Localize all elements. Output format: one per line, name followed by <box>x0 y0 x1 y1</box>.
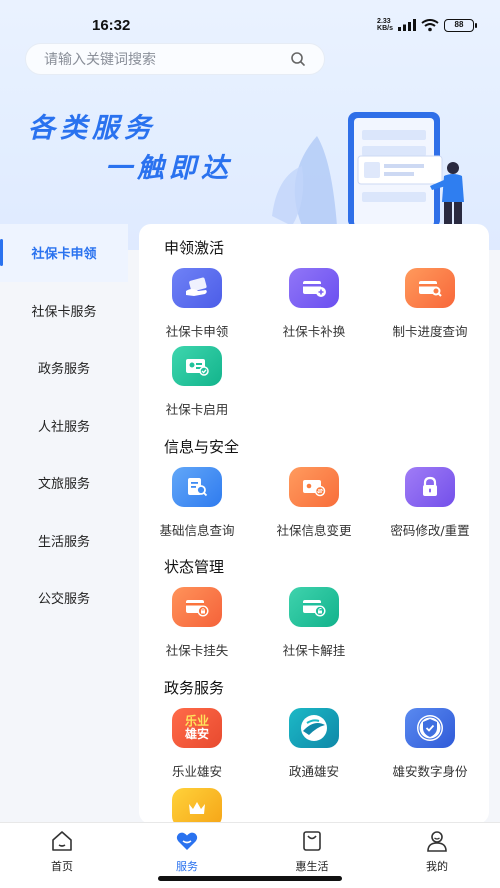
user-icon <box>427 831 447 852</box>
zhengtong-logo-icon <box>289 708 339 748</box>
card-unlock-icon <box>289 587 339 627</box>
sidebar-item-hr-social[interactable]: 人社服务 <box>0 397 128 455</box>
card-switch-icon <box>289 467 339 507</box>
service-zhengtong-xiongan[interactable]: 政通雄安 <box>256 708 372 780</box>
service-partial-next[interactable] <box>139 788 255 824</box>
service-card-apply[interactable]: 社保卡申领 <box>139 268 255 340</box>
card-check-icon <box>172 346 222 386</box>
nav-benefits[interactable]: 惠生活 <box>272 829 352 874</box>
sidebar-item-card-service[interactable]: 社保卡服务 <box>0 282 128 340</box>
card-lock-icon <box>172 587 222 627</box>
section-title-apply: 申领激活 <box>164 239 225 257</box>
banner-slogan-line2: 一触即达 <box>105 153 233 184</box>
nav-home[interactable]: 首页 <box>22 829 102 874</box>
search-bar[interactable]: 请输入关键词搜索 <box>25 43 325 75</box>
section-title-status: 状态管理 <box>164 558 225 576</box>
service-leye-xiongan[interactable]: 乐业 雄安 乐业雄安 <box>139 708 255 780</box>
service-card-report-loss[interactable]: 社保卡挂失 <box>139 587 255 659</box>
home-indicator <box>158 876 342 881</box>
sidebar-item-government[interactable]: 政务服务 <box>0 339 128 397</box>
service-info-change[interactable]: 社保信息变更 <box>256 467 372 539</box>
service-card-progress[interactable]: 制卡进度查询 <box>372 268 488 340</box>
status-time: 16:32 <box>92 17 131 34</box>
sidebar-item-culture-tourism[interactable]: 文旅服务 <box>0 454 128 512</box>
service-basic-info[interactable]: 基础信息查询 <box>139 467 255 539</box>
section-title-info-security: 信息与安全 <box>164 438 240 456</box>
service-card-replace[interactable]: 社保卡补换 <box>256 268 372 340</box>
sidebar-item-life[interactable]: 生活服务 <box>0 512 128 570</box>
doc-search-icon <box>172 467 222 507</box>
digital-id-shield-icon <box>405 708 455 748</box>
crown-icon <box>172 788 222 824</box>
service-card-activate[interactable]: 社保卡启用 <box>139 346 255 418</box>
nav-mine[interactable]: 我的 <box>397 829 477 874</box>
sidebar-item-card-apply[interactable]: 社保卡申领 <box>0 224 128 282</box>
sidebar-item-bus[interactable]: 公交服务 <box>0 569 128 627</box>
banner-slogan-line1: 各类服务 <box>28 113 156 144</box>
status-indicators: 2.33 KB/s 88 <box>377 18 477 32</box>
category-sidebar: 社保卡申领 社保卡服务 政务服务 人社服务 文旅服务 生活服务 公交服务 <box>0 224 128 820</box>
signal-icon <box>398 19 416 31</box>
battery-indicator: 88 <box>444 18 477 32</box>
lock-icon <box>405 467 455 507</box>
services-panel: 申领激活 社保卡申领 社保卡补换 制卡进度查询 社保卡启用 信息与安全 基础信息… <box>139 224 489 824</box>
service-digital-identity[interactable]: 雄安数字身份 <box>372 708 488 780</box>
nav-services[interactable]: 服务 <box>147 829 227 874</box>
leye-logo-icon: 乐业 雄安 <box>172 708 222 748</box>
search-icon[interactable] <box>290 51 306 67</box>
home-icon <box>52 831 72 851</box>
network-speed: 2.33 KB/s <box>377 18 393 32</box>
heart-icon <box>176 832 198 850</box>
phone-person-illustration <box>272 112 464 228</box>
card-search-icon <box>405 268 455 308</box>
section-title-government: 政务服务 <box>164 679 225 697</box>
wifi-icon <box>421 18 439 31</box>
hand-card-icon <box>172 268 222 308</box>
service-password-reset[interactable]: 密码修改/重置 <box>372 467 488 539</box>
shopping-bag-icon <box>303 831 321 851</box>
service-card-unlock[interactable]: 社保卡解挂 <box>256 587 372 659</box>
card-add-icon <box>289 268 339 308</box>
search-placeholder: 请输入关键词搜索 <box>44 52 156 68</box>
status-bar: 16:32 2.33 KB/s 88 <box>0 0 500 44</box>
